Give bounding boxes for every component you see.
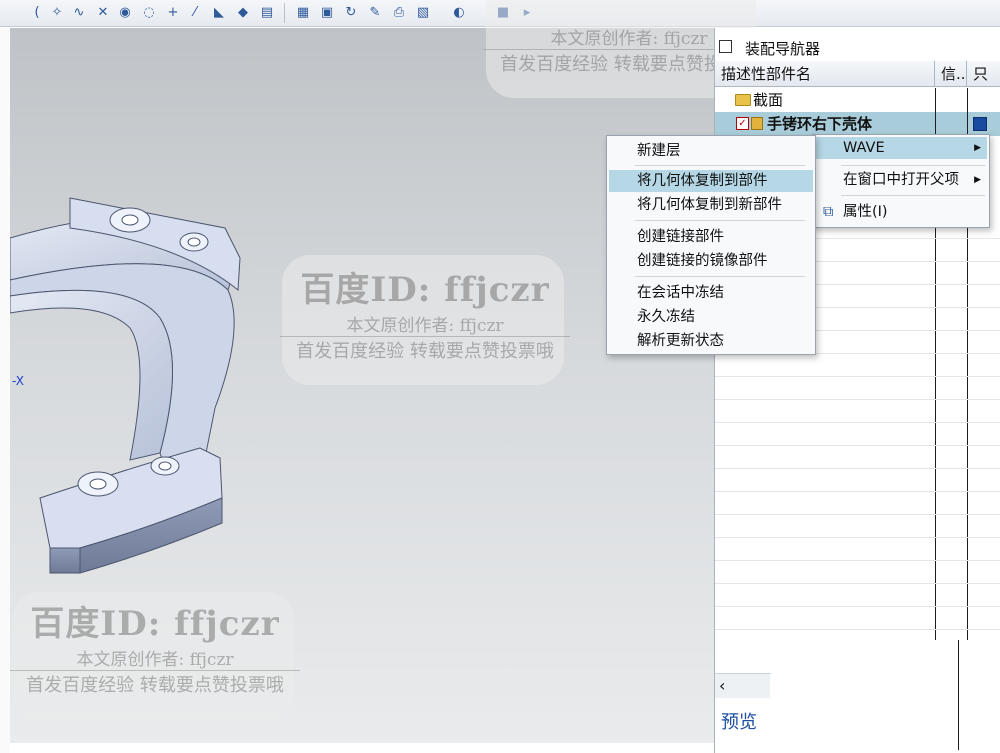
watermark-line2: 本文原创作者: ffjczr [76, 650, 234, 670]
navigator-title: 装配导航器 [745, 40, 821, 58]
polygon-tool-icon[interactable]: ✧ [48, 3, 66, 21]
tree-label: 截面 [753, 91, 784, 109]
menu-item-properties[interactable]: ⧉ 属性(I) [815, 201, 987, 223]
column-header-readonly[interactable]: 只 [967, 61, 1000, 87]
grid-line [715, 537, 1000, 538]
menu-separator [635, 165, 805, 166]
column-divider [958, 640, 959, 750]
menu-item-create-linked-part[interactable]: 创建链接部件 [609, 226, 813, 248]
watermark-line3: 首发百度经验 转载要点赞投票哦 [10, 670, 300, 697]
menu-item-label: 属性(I) [843, 204, 888, 220]
column-header-name[interactable]: 描述性部件名 [715, 61, 935, 87]
pencil-tool-icon[interactable]: ✎ [366, 3, 384, 21]
left-border [0, 28, 10, 753]
menu-separator [841, 165, 985, 166]
axis-x-label: -X [12, 374, 24, 388]
watermark-line1: 百度ID: ffjczr [30, 604, 280, 644]
occluding-overlay [770, 640, 1000, 753]
chevron-left-icon[interactable]: ‹ [719, 676, 725, 695]
shape-tool-icon[interactable]: ◆ [234, 3, 252, 21]
wave-submenu: 新建层 将几何体复制到部件 将几何体复制到新部件 创建链接部件 创建链接的镜像部… [606, 135, 816, 355]
arc-center-tool-icon[interactable]: ◌ [140, 3, 158, 21]
grid-line [715, 629, 1000, 630]
menu-item-open-parent[interactable]: 在窗口中打开父项 ▶ [815, 169, 987, 191]
line-tool-icon[interactable]: ⁄ [186, 3, 204, 21]
folder-icon [735, 94, 751, 106]
menu-item-label: WAVE [843, 140, 885, 156]
print-tool-icon[interactable]: ⎙ [390, 3, 408, 21]
tree-row-section[interactable]: 截面 [715, 88, 1000, 112]
tree-label: 手铐环右下壳体 [767, 115, 873, 133]
menu-item-new-layer[interactable]: 新建层 [609, 140, 813, 162]
grid-line [715, 583, 1000, 584]
menu-item-copy-geometry-to-part[interactable]: 将几何体复制到部件 [609, 170, 813, 192]
menu-item-create-linked-mirror-part[interactable]: 创建链接的镜像部件 [609, 250, 813, 272]
submenu-arrow-icon: ▶ [974, 175, 981, 185]
column-header-info[interactable]: 信.. [935, 61, 967, 87]
grid-line [715, 491, 1000, 492]
watermark-center: 百度ID: ffjczr 本文原创作者: ffjczr 首发百度经验 转载要点赞… [280, 262, 570, 363]
watermark-bottom-left: 百度ID: ffjczr 本文原创作者: ffjczr 首发百度经验 转载要点赞… [10, 596, 300, 697]
menu-item-freeze-permanently[interactable]: 永久冻结 [609, 306, 813, 328]
render-tool-icon[interactable]: ◐ [450, 3, 468, 21]
grid-line [715, 399, 1000, 400]
restore-window-icon[interactable] [719, 40, 732, 53]
menu-item-label: 在窗口中打开父项 [843, 172, 959, 188]
grid-line [715, 606, 1000, 607]
menu-separator [841, 195, 985, 196]
grid-line [715, 560, 1000, 561]
application-window: ( ✧ ∿ ✕ ◉ ◌ + ⁄ ◣ ◆ ▤ ▦ ▣ ↻ ✎ ⎙ ▧ ◐ ■ ▸ [0, 0, 1000, 753]
grid-line [715, 376, 1000, 377]
grid-line [715, 445, 1000, 446]
grid-line [715, 422, 1000, 423]
preview-section-link[interactable]: 预览 [721, 708, 757, 734]
menu-separator [635, 276, 805, 277]
watermark-line3: 首发百度经验 转载要点赞投票哦 [280, 336, 570, 363]
table-tool-icon[interactable]: ▦ [294, 3, 312, 21]
watermark-line2: 本文原创作者: ffjczr [346, 316, 504, 336]
tree-row-part[interactable]: ✓ 手铐环右下壳体 [715, 112, 1000, 136]
toolbar-separator [284, 3, 285, 23]
parent-context-menu: WAVE ▶ 在窗口中打开父项 ▶ ⧉ 属性(I) [812, 134, 990, 228]
menu-item-resolve-update-status[interactable]: 解析更新状态 [609, 330, 813, 352]
grid-line [715, 468, 1000, 469]
menu-item-wave[interactable]: WAVE ▶ [815, 137, 987, 159]
menu-item-freeze-in-session[interactable]: 在会话中冻结 [609, 282, 813, 304]
menu-separator [635, 220, 805, 221]
checkbox-icon[interactable]: ✓ [736, 117, 749, 130]
grid-line [715, 514, 1000, 515]
save-status-icon [973, 117, 987, 131]
image-tool-icon[interactable]: ▧ [414, 3, 432, 21]
navigator-header: 装配导航器 [715, 36, 1000, 58]
watermark-line1: 百度ID: ffjczr [300, 270, 550, 310]
circle-tool-icon[interactable]: ◉ [116, 3, 134, 21]
cross-tool-icon[interactable]: + [164, 3, 182, 21]
component-icon [751, 117, 763, 130]
menu-item-copy-geometry-to-new-part[interactable]: 将几何体复制到新部件 [609, 194, 813, 216]
copy-tool-icon[interactable]: ▣ [318, 3, 336, 21]
submenu-arrow-icon: ▶ [974, 143, 981, 153]
layer-tool-icon[interactable]: ▤ [258, 3, 276, 21]
properties-icon: ⧉ [823, 204, 834, 220]
arc-tool-icon[interactable]: ( [28, 3, 46, 21]
curve-tool-icon[interactable]: ∿ [70, 3, 88, 21]
trim-tool-icon[interactable]: ◣ [210, 3, 228, 21]
rotate-tool-icon[interactable]: ↻ [342, 3, 360, 21]
point-tool-icon[interactable]: ✕ [94, 3, 112, 21]
